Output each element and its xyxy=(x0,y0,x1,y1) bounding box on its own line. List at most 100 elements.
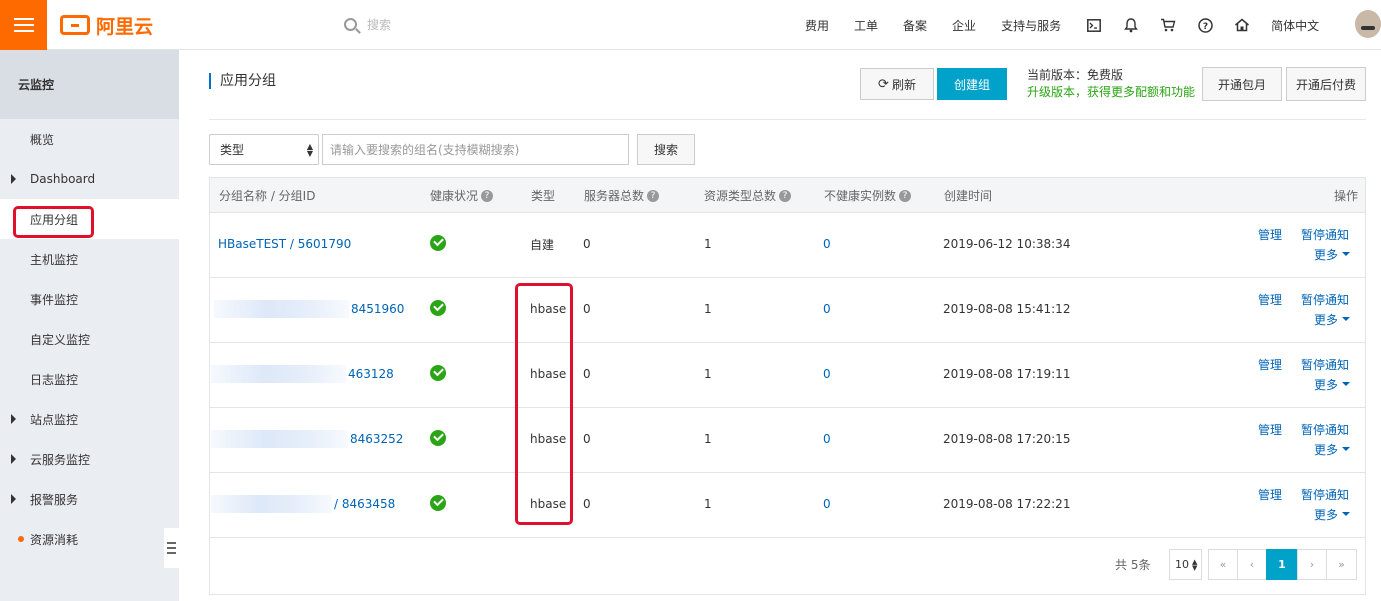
unhealthy-count-link[interactable]: 0 xyxy=(823,365,831,383)
nav-icp[interactable]: 备案 xyxy=(903,17,927,34)
avatar[interactable] xyxy=(1355,10,1381,38)
caret-down-icon xyxy=(1342,317,1351,321)
terminal-icon[interactable] xyxy=(1083,14,1105,36)
pause-notification-link[interactable]: 暂停通知 xyxy=(1301,420,1349,438)
home-icon[interactable] xyxy=(1231,14,1253,36)
sidebar-collapse-icon[interactable] xyxy=(164,528,179,568)
first-page-button[interactable]: « xyxy=(1208,549,1238,580)
help-icon[interactable]: ? xyxy=(779,189,792,202)
version-info: 当前版本：免费版 升级版本，获得更多配额和功能 xyxy=(1027,67,1195,101)
group-name-link[interactable]: 8451960 xyxy=(351,300,404,318)
manage-link[interactable]: 管理 xyxy=(1258,420,1282,438)
more-dropdown[interactable]: 更多 xyxy=(1314,245,1351,263)
nav-support[interactable]: 支持与服务 xyxy=(1001,17,1061,34)
manage-link[interactable]: 管理 xyxy=(1258,355,1282,373)
server-count: 0 xyxy=(583,302,591,316)
group-name-link[interactable]: 463128 xyxy=(348,365,394,383)
top-search[interactable]: 搜索 xyxy=(344,16,391,33)
sidebar-item-cloud-service-monitoring[interactable]: 云服务监控 xyxy=(0,439,179,479)
sidebar-item-label: 资源消耗 xyxy=(30,532,79,547)
resource-type-count: 1 xyxy=(704,367,712,381)
sidebar-item-label: 主机监控 xyxy=(30,252,79,267)
col-group-name: 分组名称 / 分组ID xyxy=(219,189,316,203)
pause-notification-link[interactable]: 暂停通知 xyxy=(1301,355,1349,373)
health-ok-icon xyxy=(430,300,446,316)
manage-link[interactable]: 管理 xyxy=(1258,290,1282,308)
page-title: 应用分组 xyxy=(209,73,276,89)
sidebar-item-event-monitoring[interactable]: 事件监控 xyxy=(0,279,179,319)
help-icon[interactable]: ? xyxy=(899,189,912,202)
manage-link[interactable]: 管理 xyxy=(1258,225,1282,243)
health-ok-icon xyxy=(430,235,446,251)
menu-icon[interactable] xyxy=(0,0,47,50)
help-icon[interactable]: ? xyxy=(1194,14,1216,36)
help-icon[interactable]: ? xyxy=(481,189,494,202)
unhealthy-count-link[interactable]: 0 xyxy=(823,235,831,253)
col-resource-type-count: 资源类型总数? xyxy=(704,178,792,213)
help-icon[interactable]: ? xyxy=(647,189,660,202)
brand-logo[interactable]: 阿里云 xyxy=(60,12,153,38)
sidebar-item-label: 云服务监控 xyxy=(30,452,91,467)
caret-down-icon xyxy=(1342,252,1351,256)
top-bar: 阿里云 搜索 费用 工单 备案 企业 支持与服务 ? 简体中文 xyxy=(0,0,1381,50)
more-dropdown[interactable]: 更多 xyxy=(1314,375,1351,393)
unhealthy-count-link[interactable]: 0 xyxy=(823,430,831,448)
upgrade-link[interactable]: 升级版本，获得更多配额和功能 xyxy=(1027,84,1195,101)
more-dropdown[interactable]: 更多 xyxy=(1314,440,1351,458)
pause-notification-link[interactable]: 暂停通知 xyxy=(1301,290,1349,308)
cart-icon[interactable] xyxy=(1157,14,1179,36)
status-dot-icon xyxy=(18,536,24,542)
sidebar-item-log-monitoring[interactable]: 日志监控 xyxy=(0,359,179,399)
health-ok-icon xyxy=(430,365,446,381)
row-border xyxy=(209,213,1366,278)
pause-notification-link[interactable]: 暂停通知 xyxy=(1301,485,1349,503)
prev-page-button[interactable]: ‹ xyxy=(1237,549,1267,580)
sidebar-item-host-monitoring[interactable]: 主机监控 xyxy=(0,239,179,279)
sidebar-item-label: 站点监控 xyxy=(30,412,79,427)
postpaid-button[interactable]: 开通后付费 xyxy=(1286,67,1366,101)
pause-notification-link[interactable]: 暂停通知 xyxy=(1301,225,1349,243)
refresh-button[interactable]: ⟳ 刷新 xyxy=(860,68,934,100)
create-group-button[interactable]: 创建组 xyxy=(937,68,1007,100)
sidebar-item-resource-usage[interactable]: 资源消耗 xyxy=(0,519,179,559)
next-page-button[interactable]: › xyxy=(1297,549,1327,580)
type-select[interactable]: 类型 ▲ ▼ xyxy=(209,134,319,165)
bell-icon[interactable] xyxy=(1120,14,1142,36)
redacted-group-name xyxy=(214,300,349,318)
nav-tickets[interactable]: 工单 xyxy=(854,17,878,34)
unhealthy-count-link[interactable]: 0 xyxy=(823,300,831,318)
manage-link[interactable]: 管理 xyxy=(1258,485,1282,503)
group-name-link[interactable]: HBaseTEST / 5601790 xyxy=(218,235,351,253)
group-search-input[interactable]: 请输入要搜索的组名(支持模糊搜索) xyxy=(322,134,629,165)
search-button[interactable]: 搜索 xyxy=(637,134,695,165)
sidebar-item-custom-monitoring[interactable]: 自定义监控 xyxy=(0,319,179,359)
sidebar-item-overview[interactable]: 概览 xyxy=(0,119,179,159)
more-dropdown[interactable]: 更多 xyxy=(1314,310,1351,328)
resource-type-count: 1 xyxy=(704,432,712,446)
server-count: 0 xyxy=(583,497,591,511)
refresh-label: 刷新 xyxy=(891,77,916,92)
nav-billing[interactable]: 费用 xyxy=(805,17,829,34)
resource-type-count: 1 xyxy=(704,302,712,316)
monthly-subscription-button[interactable]: 开通包月 xyxy=(1202,67,1282,101)
col-server-count: 服务器总数? xyxy=(584,178,660,213)
sidebar-item-site-monitoring[interactable]: 站点监控 xyxy=(0,399,179,439)
redacted-group-name xyxy=(211,430,348,448)
group-name-link[interactable]: 8463252 xyxy=(350,430,403,448)
sidebar: 云监控 概览 Dashboard 应用分组 主机监控 事件监控 自定义监控 日志… xyxy=(0,50,179,601)
page-1-button[interactable]: 1 xyxy=(1266,549,1298,580)
sidebar-item-dashboard[interactable]: Dashboard xyxy=(0,159,179,199)
chevron-right-icon xyxy=(11,414,16,424)
caret-down-icon xyxy=(1342,382,1351,386)
unhealthy-count-link[interactable]: 0 xyxy=(823,495,831,513)
page-size-select[interactable]: 10 ▲ ▼ xyxy=(1169,549,1202,580)
sidebar-item-label: 日志监控 xyxy=(30,372,79,387)
last-page-button[interactable]: » xyxy=(1326,549,1357,580)
resource-type-count: 1 xyxy=(704,497,712,511)
group-name-link[interactable]: / 8463458 xyxy=(334,495,395,513)
sidebar-item-alarm-service[interactable]: 报警服务 xyxy=(0,479,179,519)
more-dropdown[interactable]: 更多 xyxy=(1314,505,1351,523)
nav-enterprise[interactable]: 企业 xyxy=(952,17,976,34)
language-switch[interactable]: 简体中文 xyxy=(1271,17,1319,34)
current-version: 当前版本：免费版 xyxy=(1027,68,1124,82)
